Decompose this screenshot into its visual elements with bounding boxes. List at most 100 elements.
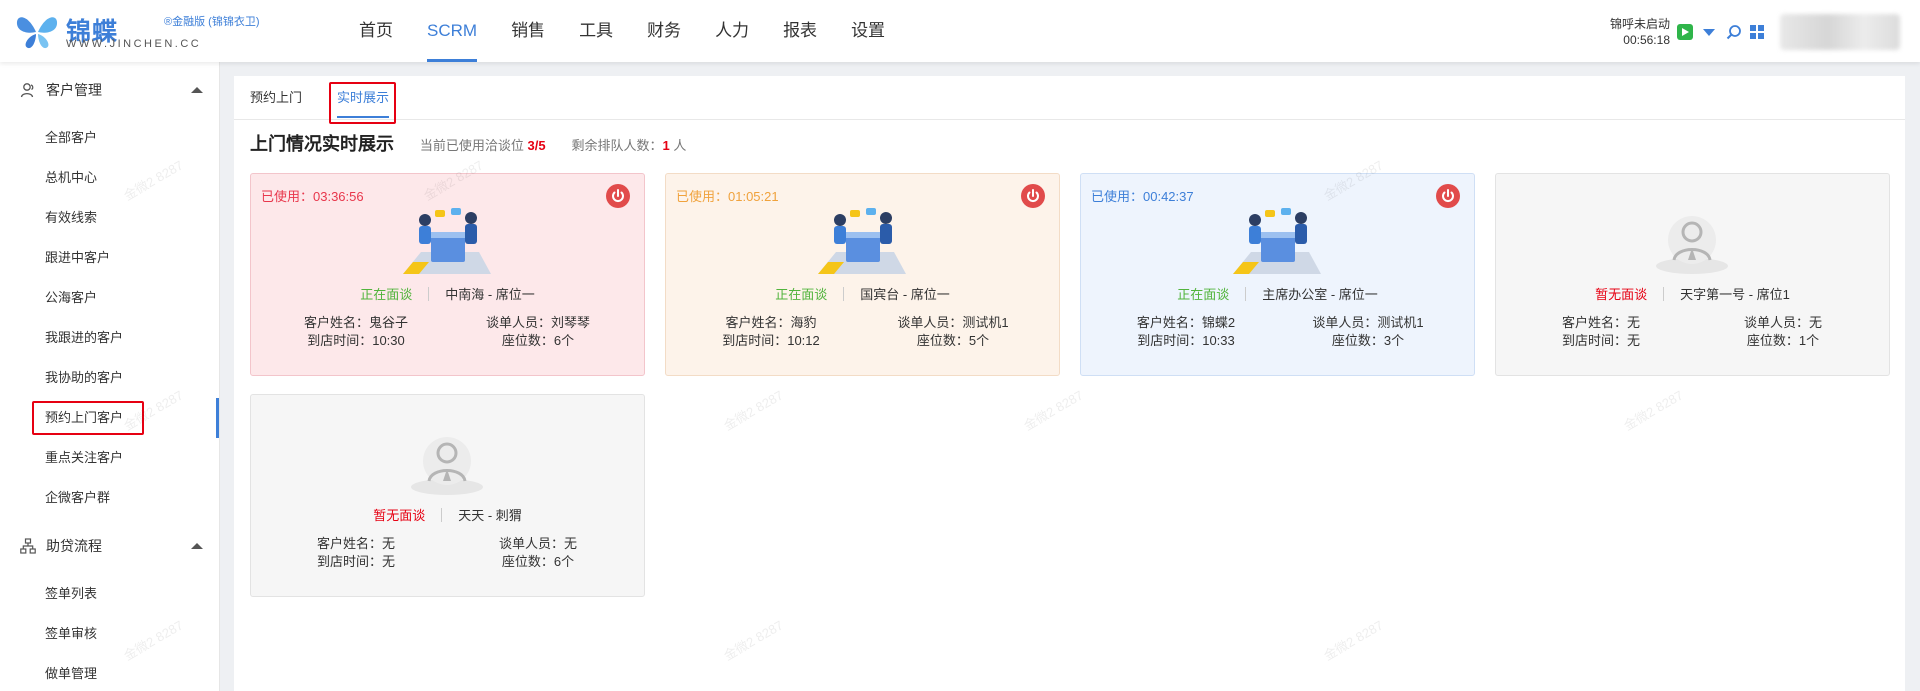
flow-chart-icon — [20, 538, 36, 554]
customer-info: 客户姓名：无 到店时间：无 — [291, 535, 421, 571]
main-nav: 首页 SCRM 销售 工具 财务 人力 报表 设置 — [342, 0, 902, 62]
menu-group-customers[interactable]: 客户管理 — [0, 62, 219, 118]
nav-scrm[interactable]: SCRM — [410, 0, 494, 62]
status-badge: 正在面谈 — [775, 287, 828, 302]
arrive-time: 到店时间：10:30 — [307, 333, 405, 348]
seat-location: 主席办公室 - 席位一 — [1262, 287, 1378, 302]
nav-hr[interactable]: 人力 — [698, 0, 766, 62]
staff-name: 谈单人员：刘琴琴 — [485, 315, 590, 330]
call-status-label: 锦呼未启动 — [1609, 17, 1670, 31]
nav-settings[interactable]: 设置 — [834, 0, 902, 62]
call-status: 锦呼未启动 00:56:18 — [1590, 16, 1670, 48]
seat-count: 座位数：3个 — [1331, 333, 1405, 348]
caret-up-icon — [191, 87, 203, 93]
seat-card[interactable]: 已使用：03:36:56 正在面谈 中南海 - 席位一 客户姓名：鬼谷子 到店时间… — [250, 173, 645, 376]
staff-name: 谈单人员：无 — [498, 536, 577, 551]
sidebar-item-my-assisted[interactable]: 我协助的客户 — [0, 358, 219, 398]
arrive-time: 到店时间：10:12 — [722, 333, 820, 348]
sidebar-item-appointment-visits[interactable]: 预约上门客户 — [0, 398, 219, 438]
caret-down-icon[interactable] — [1703, 29, 1715, 36]
status-line: 暂无面谈 天字第一号 - 席位1 — [1496, 284, 1889, 303]
sidebar-item-order-management[interactable]: 做单管理 — [0, 654, 219, 691]
queue-value: 1 — [662, 138, 670, 153]
customer-name: 客户姓名：鬼谷子 — [303, 315, 408, 330]
nav-sales[interactable]: 销售 — [494, 0, 562, 62]
seat-count: 座位数：6个 — [501, 333, 575, 348]
nav-home[interactable]: 首页 — [342, 0, 410, 62]
top-header: 锦蝶 ®金融版 (锦锦衣卫) WWW.JINCHEN.CC 首页 SCRM 销售… — [0, 0, 1920, 62]
status-line: 暂无面谈 天天 - 刺猬 — [251, 505, 644, 524]
sidebar-item-valid-leads[interactable]: 有效线索 — [0, 198, 219, 238]
customer-info: 客户姓名：锦蝶2 到店时间：10:33 — [1121, 314, 1251, 350]
queue-label: 剩余排队人数： — [571, 138, 663, 153]
staff-info: 谈单人员：刘琴琴 座位数：6个 — [473, 314, 603, 350]
sidebar-item-key-focus[interactable]: 重点关注客户 — [0, 438, 219, 478]
staff-name: 谈单人员：无 — [1743, 315, 1822, 330]
customer-info: 客户姓名：海豹 到店时间：10:12 — [706, 314, 836, 350]
tab-appointments[interactable]: 预约上门 — [250, 76, 302, 120]
logo-edition: ®金融版 (锦锦衣卫) — [164, 16, 260, 28]
sidebar-item-sign-review[interactable]: 签单审核 — [0, 614, 219, 654]
menu-group-loan-flow[interactable]: 助贷流程 — [0, 518, 219, 574]
play-icon[interactable] — [1677, 24, 1693, 40]
search-icon[interactable] — [1726, 24, 1742, 40]
queue-count: 剩余排队人数：1 人 — [572, 131, 687, 161]
apps-grid-icon[interactable] — [1749, 24, 1765, 40]
queue-unit: 人 — [673, 138, 687, 153]
users-icon — [20, 83, 34, 98]
seat-card[interactable]: 已使用：01:05:21 正在面谈 国宾台 - 席位一 客户姓名：海豹 到店时间：… — [665, 173, 1060, 376]
meeting-illustration-icon — [403, 208, 491, 274]
menu-group-label: 助贷流程 — [46, 538, 102, 554]
meeting-illustration-icon — [1233, 208, 1321, 274]
nav-tools[interactable]: 工具 — [562, 0, 630, 62]
seat-card[interactable]: 暂无面谈 天天 - 刺猬 客户姓名：无 到店时间：无 谈单人员：无 座位数：6个 — [250, 394, 645, 597]
seat-usage: 当前已使用洽谈位 3/5 — [420, 131, 546, 161]
usage-timer: 已使用：00:42:37 — [1091, 189, 1194, 204]
staff-name: 谈单人员：测试机1 — [897, 315, 1009, 330]
status-line: 正在面谈 国宾台 - 席位一 — [666, 284, 1059, 303]
staff-name: 谈单人员：测试机1 — [1312, 315, 1424, 330]
seat-location: 天天 - 刺猬 — [458, 508, 522, 523]
menu-group-label: 客户管理 — [46, 82, 102, 98]
sidebar-item-all-customers[interactable]: 全部客户 — [0, 118, 219, 158]
seat-count: 座位数：6个 — [501, 554, 575, 569]
sidebar-item-wecom-groups[interactable]: 企微客户群 — [0, 478, 219, 518]
staff-info: 谈单人员：无 座位数：1个 — [1718, 314, 1848, 350]
sidebar-item-public-pool[interactable]: 公海客户 — [0, 278, 219, 318]
page-title: 上门情况实时展示 — [250, 134, 394, 154]
highlight-box — [329, 82, 396, 124]
empty-seat-illustration-icon — [411, 437, 483, 495]
empty-seat-illustration-icon — [1656, 216, 1728, 274]
customer-name: 客户姓名：无 — [1561, 315, 1640, 330]
sidebar: 客户管理 全部客户 总机中心 有效线索 跟进中客户 公海客户 我跟进的客户 我协… — [0, 62, 220, 691]
nav-reports[interactable]: 报表 — [766, 0, 834, 62]
seat-card[interactable]: 已使用：00:42:37 正在面谈 主席办公室 - 席位一 客户姓名：锦蝶2 到店… — [1080, 173, 1475, 376]
tab-bar: 预约上门 实时展示 — [234, 76, 1905, 124]
status-badge: 暂无面谈 — [373, 508, 426, 523]
customer-name: 客户姓名：海豹 — [725, 315, 817, 330]
sidebar-item-following[interactable]: 跟进中客户 — [0, 238, 219, 278]
sidebar-item-switchboard[interactable]: 总机中心 — [0, 158, 219, 198]
power-icon[interactable] — [1021, 184, 1045, 208]
logo[interactable]: 锦蝶 ®金融版 (锦锦衣卫) WWW.JINCHEN.CC — [14, 10, 264, 52]
status-line: 正在面谈 中南海 - 席位一 — [251, 284, 644, 303]
main-content: 预约上门 实时展示 上门情况实时展示 当前已使用洽谈位 3/5 剩余排队人数：1… — [234, 76, 1905, 691]
customer-info: 客户姓名：无 到店时间：无 — [1536, 314, 1666, 350]
nav-finance[interactable]: 财务 — [630, 0, 698, 62]
power-icon[interactable] — [606, 184, 630, 208]
arrive-time: 到店时间：10:33 — [1137, 333, 1235, 348]
power-icon[interactable] — [1436, 184, 1460, 208]
arrive-time: 到店时间：无 — [316, 554, 395, 569]
customer-info: 客户姓名：鬼谷子 到店时间：10:30 — [291, 314, 421, 350]
butterfly-logo-icon — [16, 17, 58, 49]
staff-info: 谈单人员：测试机1 座位数：5个 — [888, 314, 1018, 350]
sidebar-item-my-following[interactable]: 我跟进的客户 — [0, 318, 219, 358]
seat-card[interactable]: 暂无面谈 天字第一号 - 席位1 客户姓名：无 到店时间：无 谈单人员：无 座位数… — [1495, 173, 1890, 376]
user-avatar-blurred[interactable] — [1780, 14, 1900, 50]
customer-name: 客户姓名：无 — [316, 536, 395, 551]
status-line: 正在面谈 主席办公室 - 席位一 — [1081, 284, 1474, 303]
staff-info: 谈单人员：无 座位数：6个 — [473, 535, 603, 571]
caret-up-icon — [191, 543, 203, 549]
seat-count: 座位数：5个 — [916, 333, 990, 348]
sidebar-item-sign-list[interactable]: 签单列表 — [0, 574, 219, 614]
